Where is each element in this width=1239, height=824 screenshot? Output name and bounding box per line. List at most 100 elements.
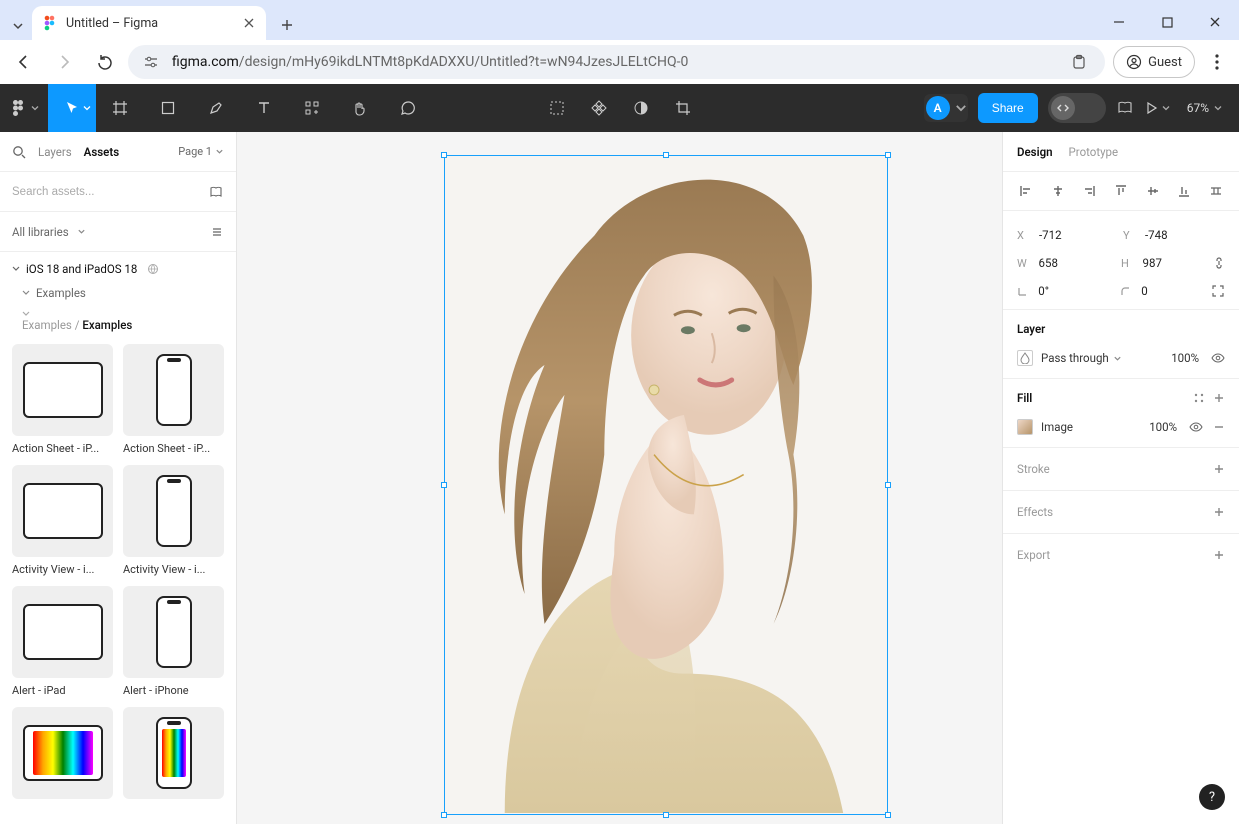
forward-button[interactable] (48, 46, 80, 78)
fill-visibility-button[interactable] (1189, 420, 1203, 434)
rotation-input[interactable]: 0° (1038, 284, 1108, 298)
align-vcenter-button[interactable] (1144, 182, 1162, 200)
resize-handle[interactable] (663, 152, 669, 158)
resize-handle[interactable] (885, 482, 891, 488)
main-menu-button[interactable] (0, 84, 48, 132)
corner-input[interactable]: 0 (1141, 284, 1211, 298)
independent-corners-button[interactable] (1211, 284, 1225, 298)
shape-tool-button[interactable] (144, 84, 192, 132)
tab-design[interactable]: Design (1017, 145, 1053, 159)
asset-item[interactable]: Action Sheet - iP... (12, 344, 113, 455)
search-icon[interactable] (12, 145, 26, 159)
comment-tool-button[interactable] (384, 84, 432, 132)
asset-label: Action Sheet - iP... (123, 442, 224, 455)
asset-item[interactable] (12, 707, 113, 805)
component-button[interactable] (590, 99, 608, 117)
page-selector[interactable]: Page 1 (178, 145, 224, 158)
text-tool-button[interactable] (240, 84, 288, 132)
globe-icon (147, 263, 159, 275)
help-button[interactable]: ? (1199, 784, 1225, 810)
resize-handle[interactable] (441, 152, 447, 158)
chevron-down-icon (12, 20, 24, 32)
dev-mode-toggle[interactable] (1048, 93, 1106, 123)
asset-item[interactable]: Activity View - i... (123, 465, 224, 576)
minimize-button[interactable] (1103, 8, 1135, 36)
add-export-button[interactable] (1213, 549, 1225, 561)
resources-button[interactable] (288, 84, 336, 132)
add-fill-button[interactable] (1213, 392, 1225, 404)
canvas[interactable] (237, 132, 1002, 824)
tab-layers[interactable]: Layers (38, 145, 72, 159)
distribute-button[interactable] (1207, 182, 1225, 200)
align-top-button[interactable] (1112, 182, 1130, 200)
clipboard-button[interactable] (1065, 48, 1093, 76)
asset-item[interactable]: Alert - iPad (12, 586, 113, 697)
w-input[interactable]: 658 (1039, 256, 1109, 270)
pen-tool-button[interactable] (192, 84, 240, 132)
url-text: figma.com/design/mHy69ikdLNTMt8pKdADXXU/… (172, 54, 1055, 70)
align-hcenter-button[interactable] (1049, 182, 1067, 200)
library-selector[interactable]: All libraries (0, 212, 236, 252)
add-effect-button[interactable] (1213, 506, 1225, 518)
select-matching-button[interactable] (548, 99, 566, 117)
tab-prototype[interactable]: Prototype (1069, 145, 1119, 159)
constrain-proportions-button[interactable] (1213, 256, 1225, 270)
share-button[interactable]: Share (978, 93, 1038, 123)
hand-tool-button[interactable] (336, 84, 384, 132)
zoom-control[interactable]: 67% (1181, 101, 1229, 115)
asset-item[interactable]: Activity View - i... (12, 465, 113, 576)
blend-mode-select[interactable]: Pass through (1041, 351, 1109, 365)
asset-item[interactable]: Action Sheet - iP... (123, 344, 224, 455)
opacity-input[interactable]: 100% (1171, 351, 1199, 365)
selection-frame[interactable] (444, 155, 888, 815)
fill-type[interactable]: Image (1041, 420, 1073, 434)
new-tab-button[interactable] (272, 10, 302, 40)
profile-button[interactable]: Guest (1113, 46, 1195, 78)
h-input[interactable]: 987 (1143, 256, 1213, 270)
style-button[interactable] (1193, 392, 1205, 404)
visibility-button[interactable] (1211, 351, 1225, 365)
remove-fill-button[interactable] (1213, 421, 1225, 433)
close-icon[interactable] (242, 16, 256, 30)
asset-item[interactable] (123, 707, 224, 805)
reload-button[interactable] (88, 46, 120, 78)
rectangle-icon (160, 100, 176, 116)
asset-section[interactable]: iOS 18 and iPadOS 18 (0, 252, 236, 280)
asset-item[interactable]: Alert - iPhone (123, 586, 224, 697)
mask-button[interactable] (632, 99, 650, 117)
asset-breadcrumb[interactable]: Examples / Examples (0, 304, 236, 340)
y-input[interactable]: -748 (1145, 228, 1217, 242)
omnibox[interactable]: figma.com/design/mHy69ikdLNTMt8pKdADXXU/… (128, 45, 1105, 79)
close-window-button[interactable] (1199, 8, 1231, 36)
library-icon[interactable] (208, 184, 224, 200)
back-button[interactable] (8, 46, 40, 78)
multiplayer-avatars[interactable]: A (924, 94, 968, 122)
move-tool-button[interactable] (48, 84, 96, 132)
browser-tab[interactable]: Untitled – Figma (32, 6, 266, 40)
align-right-button[interactable] (1080, 182, 1098, 200)
frame-tool-button[interactable] (96, 84, 144, 132)
align-bottom-button[interactable] (1175, 182, 1193, 200)
asset-subsection[interactable]: Examples (0, 280, 236, 304)
tab-assets[interactable]: Assets (84, 145, 119, 159)
fill-opacity-input[interactable]: 100% (1149, 420, 1177, 434)
prototype-view-button[interactable] (1116, 99, 1134, 117)
resize-handle[interactable] (663, 812, 669, 818)
crop-button[interactable] (674, 99, 692, 117)
resize-handle[interactable] (441, 812, 447, 818)
tab-search-button[interactable] (6, 12, 30, 40)
resize-handle[interactable] (441, 482, 447, 488)
asset-search-input[interactable] (12, 186, 200, 198)
browser-menu-button[interactable] (1203, 48, 1231, 76)
list-icon[interactable] (210, 225, 224, 239)
x-input[interactable]: -712 (1039, 228, 1111, 242)
resize-handle[interactable] (885, 152, 891, 158)
site-info-button[interactable] (140, 51, 162, 73)
fill-swatch[interactable] (1017, 419, 1033, 435)
add-stroke-button[interactable] (1213, 463, 1225, 475)
align-left-button[interactable] (1017, 182, 1035, 200)
maximize-button[interactable] (1151, 8, 1183, 36)
resize-handle[interactable] (885, 812, 891, 818)
maximize-icon (1162, 17, 1173, 28)
present-button[interactable] (1144, 101, 1171, 115)
